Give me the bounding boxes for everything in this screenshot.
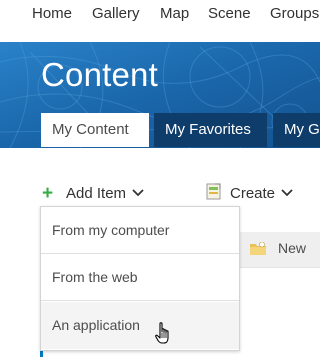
plus-icon: + (42, 183, 54, 204)
create-button[interactable]: Create (206, 183, 293, 205)
new-folder-label: New (278, 240, 307, 256)
chevron-down-icon (132, 184, 144, 201)
nav-link-map[interactable]: Map (160, 5, 189, 22)
nav-link-gallery[interactable]: Gallery (92, 5, 140, 22)
menu-item-an-application[interactable]: An application (41, 302, 239, 349)
menu-item-from-my-computer[interactable]: From my computer (41, 207, 239, 254)
add-item-dropdown: From my computer From the web An applica… (40, 206, 240, 351)
menu-item-from-the-web[interactable]: From the web (41, 254, 239, 301)
create-label: Create (230, 185, 276, 202)
nav-link-home[interactable]: Home (32, 5, 72, 22)
add-item-label: Add Item (66, 185, 127, 202)
new-folder-button[interactable]: New (250, 240, 306, 258)
top-nav: Home Gallery Map Scene Groups (0, 0, 320, 40)
tab-my-favorites[interactable]: My Favorites (154, 113, 267, 147)
chevron-down-icon (281, 184, 293, 201)
page-title: Content (41, 56, 158, 93)
nav-link-scene[interactable]: Scene (208, 5, 251, 22)
tab-my-groups[interactable]: My G (273, 113, 320, 147)
hand-pointer-icon (155, 322, 173, 351)
nav-link-groups[interactable]: Groups (270, 5, 319, 22)
create-document-icon (206, 183, 222, 204)
tab-my-content[interactable]: My Content (41, 113, 149, 147)
new-folder-icon (250, 241, 266, 258)
add-item-button[interactable]: + Add Item (42, 183, 144, 205)
